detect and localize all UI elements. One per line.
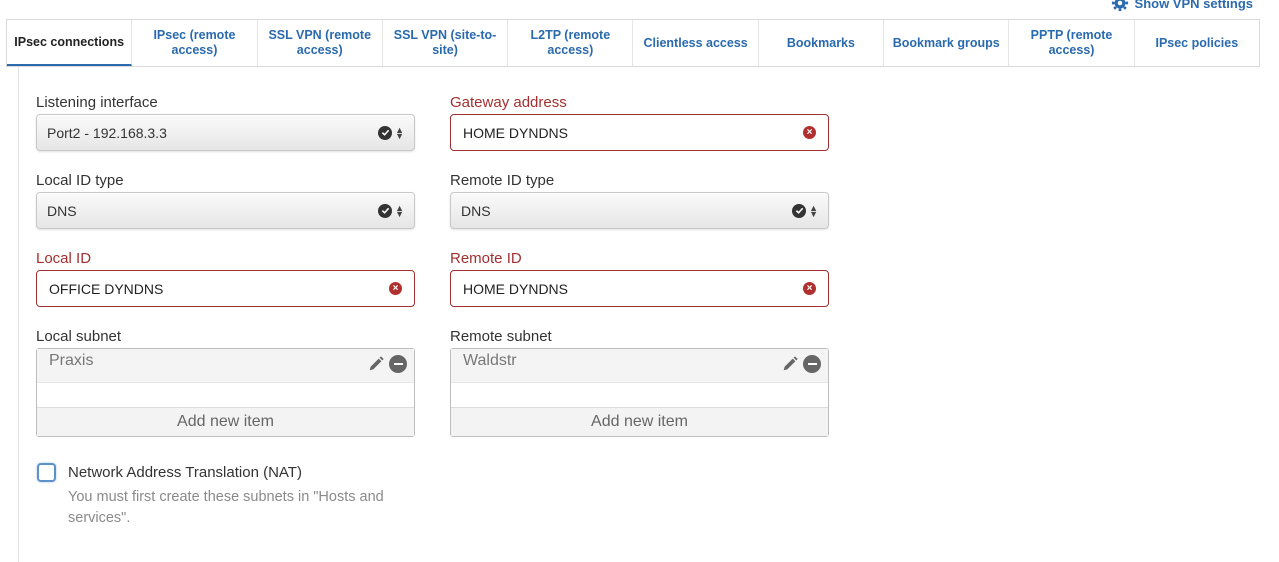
remote-id-type-label: Remote ID type — [450, 172, 555, 189]
list-empty-row — [451, 383, 828, 408]
clear-icon[interactable]: × — [803, 282, 816, 295]
nat-hint: You must first create these subnets in "… — [68, 489, 384, 526]
remote-id-type-select[interactable]: DNS ▲ ▼ — [450, 192, 829, 229]
remote-subnet-list: Waldstr Add new item — [450, 348, 829, 437]
local-id-value: OFFICE DYNDNS — [49, 280, 164, 297]
clear-icon[interactable]: × — [803, 126, 816, 139]
check-circle-icon — [378, 203, 393, 218]
check-circle-icon — [792, 203, 807, 218]
remote-id-label: Remote ID — [450, 250, 522, 267]
updown-arrows-icon: ▲ ▼ — [395, 124, 404, 141]
pencil-icon[interactable] — [367, 355, 385, 373]
listening-interface-select[interactable]: Port2 - 192.168.3.3 ▲ ▼ — [36, 114, 415, 151]
nat-label: Network Address Translation (NAT) — [68, 464, 302, 481]
list-item[interactable]: Waldstr — [451, 349, 828, 383]
tab-pptp-remote-access[interactable]: PPTP (remote access) — [1009, 20, 1135, 66]
remote-subnet-item-name: Waldstr — [463, 352, 517, 369]
check-circle-icon — [378, 125, 393, 140]
tab-ipsec-remote-access[interactable]: IPsec (remote access) — [132, 20, 258, 66]
pencil-icon[interactable] — [781, 355, 799, 373]
show-vpn-settings-link[interactable]: Show VPN settings — [1111, 0, 1253, 12]
tab-ssl-vpn-remote-access[interactable]: SSL VPN (remote access) — [258, 20, 383, 66]
tab-l2tp-remote-access[interactable]: L2TP (remote access) — [508, 20, 634, 66]
tab-bookmark-groups[interactable]: Bookmark groups — [884, 20, 1010, 66]
tab-bookmarks[interactable]: Bookmarks — [759, 20, 885, 66]
updown-arrows-icon: ▲ ▼ — [395, 202, 404, 219]
remote-subnet-add-item-button[interactable]: Add new item — [451, 408, 828, 436]
tab-ssl-vpn-site-to-site[interactable]: SSL VPN (site-to-site) — [383, 20, 509, 66]
local-subnet-item-name: Praxis — [49, 352, 94, 369]
local-subnet-add-item-button[interactable]: Add new item — [37, 408, 414, 436]
vpn-tab-bar: IPsec connections IPsec (remote access) … — [6, 19, 1260, 67]
local-id-type-label: Local ID type — [36, 172, 124, 189]
listening-interface-value: Port2 - 192.168.3.3 — [47, 124, 167, 141]
clear-icon[interactable]: × — [389, 282, 402, 295]
remote-subnet-label: Remote subnet — [450, 328, 552, 345]
remote-id-input[interactable]: HOME DYNDNS × — [450, 270, 829, 307]
gateway-address-value: HOME DYNDNS — [463, 124, 569, 141]
remote-id-type-value: DNS — [461, 202, 491, 219]
gateway-address-label: Gateway address — [450, 94, 567, 111]
local-id-input[interactable]: OFFICE DYNDNS × — [36, 270, 415, 307]
tab-clientless-access[interactable]: Clientless access — [633, 20, 759, 66]
list-empty-row — [37, 383, 414, 408]
nat-checkbox[interactable] — [37, 463, 56, 482]
remove-icon[interactable] — [389, 355, 407, 373]
listening-interface-label: Listening interface — [36, 94, 158, 111]
tab-ipsec-connections[interactable]: IPsec connections — [7, 20, 133, 66]
remote-id-value: HOME DYNDNS — [463, 280, 569, 297]
list-item[interactable]: Praxis — [37, 349, 414, 383]
show-vpn-settings-label: Show VPN settings — [1134, 0, 1253, 11]
updown-arrows-icon: ▲ ▼ — [809, 202, 818, 219]
local-id-type-select[interactable]: DNS ▲ ▼ — [36, 192, 415, 229]
remove-icon[interactable] — [803, 355, 821, 373]
local-id-label: Local ID — [36, 250, 92, 267]
local-subnet-list: Praxis Add new item — [36, 348, 415, 437]
local-subnet-label: Local subnet — [36, 328, 122, 345]
gateway-address-input[interactable]: HOME DYNDNS × — [450, 114, 829, 151]
gear-icon — [1111, 0, 1128, 12]
local-id-type-value: DNS — [47, 202, 77, 219]
tab-ipsec-policies[interactable]: IPsec policies — [1135, 20, 1259, 66]
